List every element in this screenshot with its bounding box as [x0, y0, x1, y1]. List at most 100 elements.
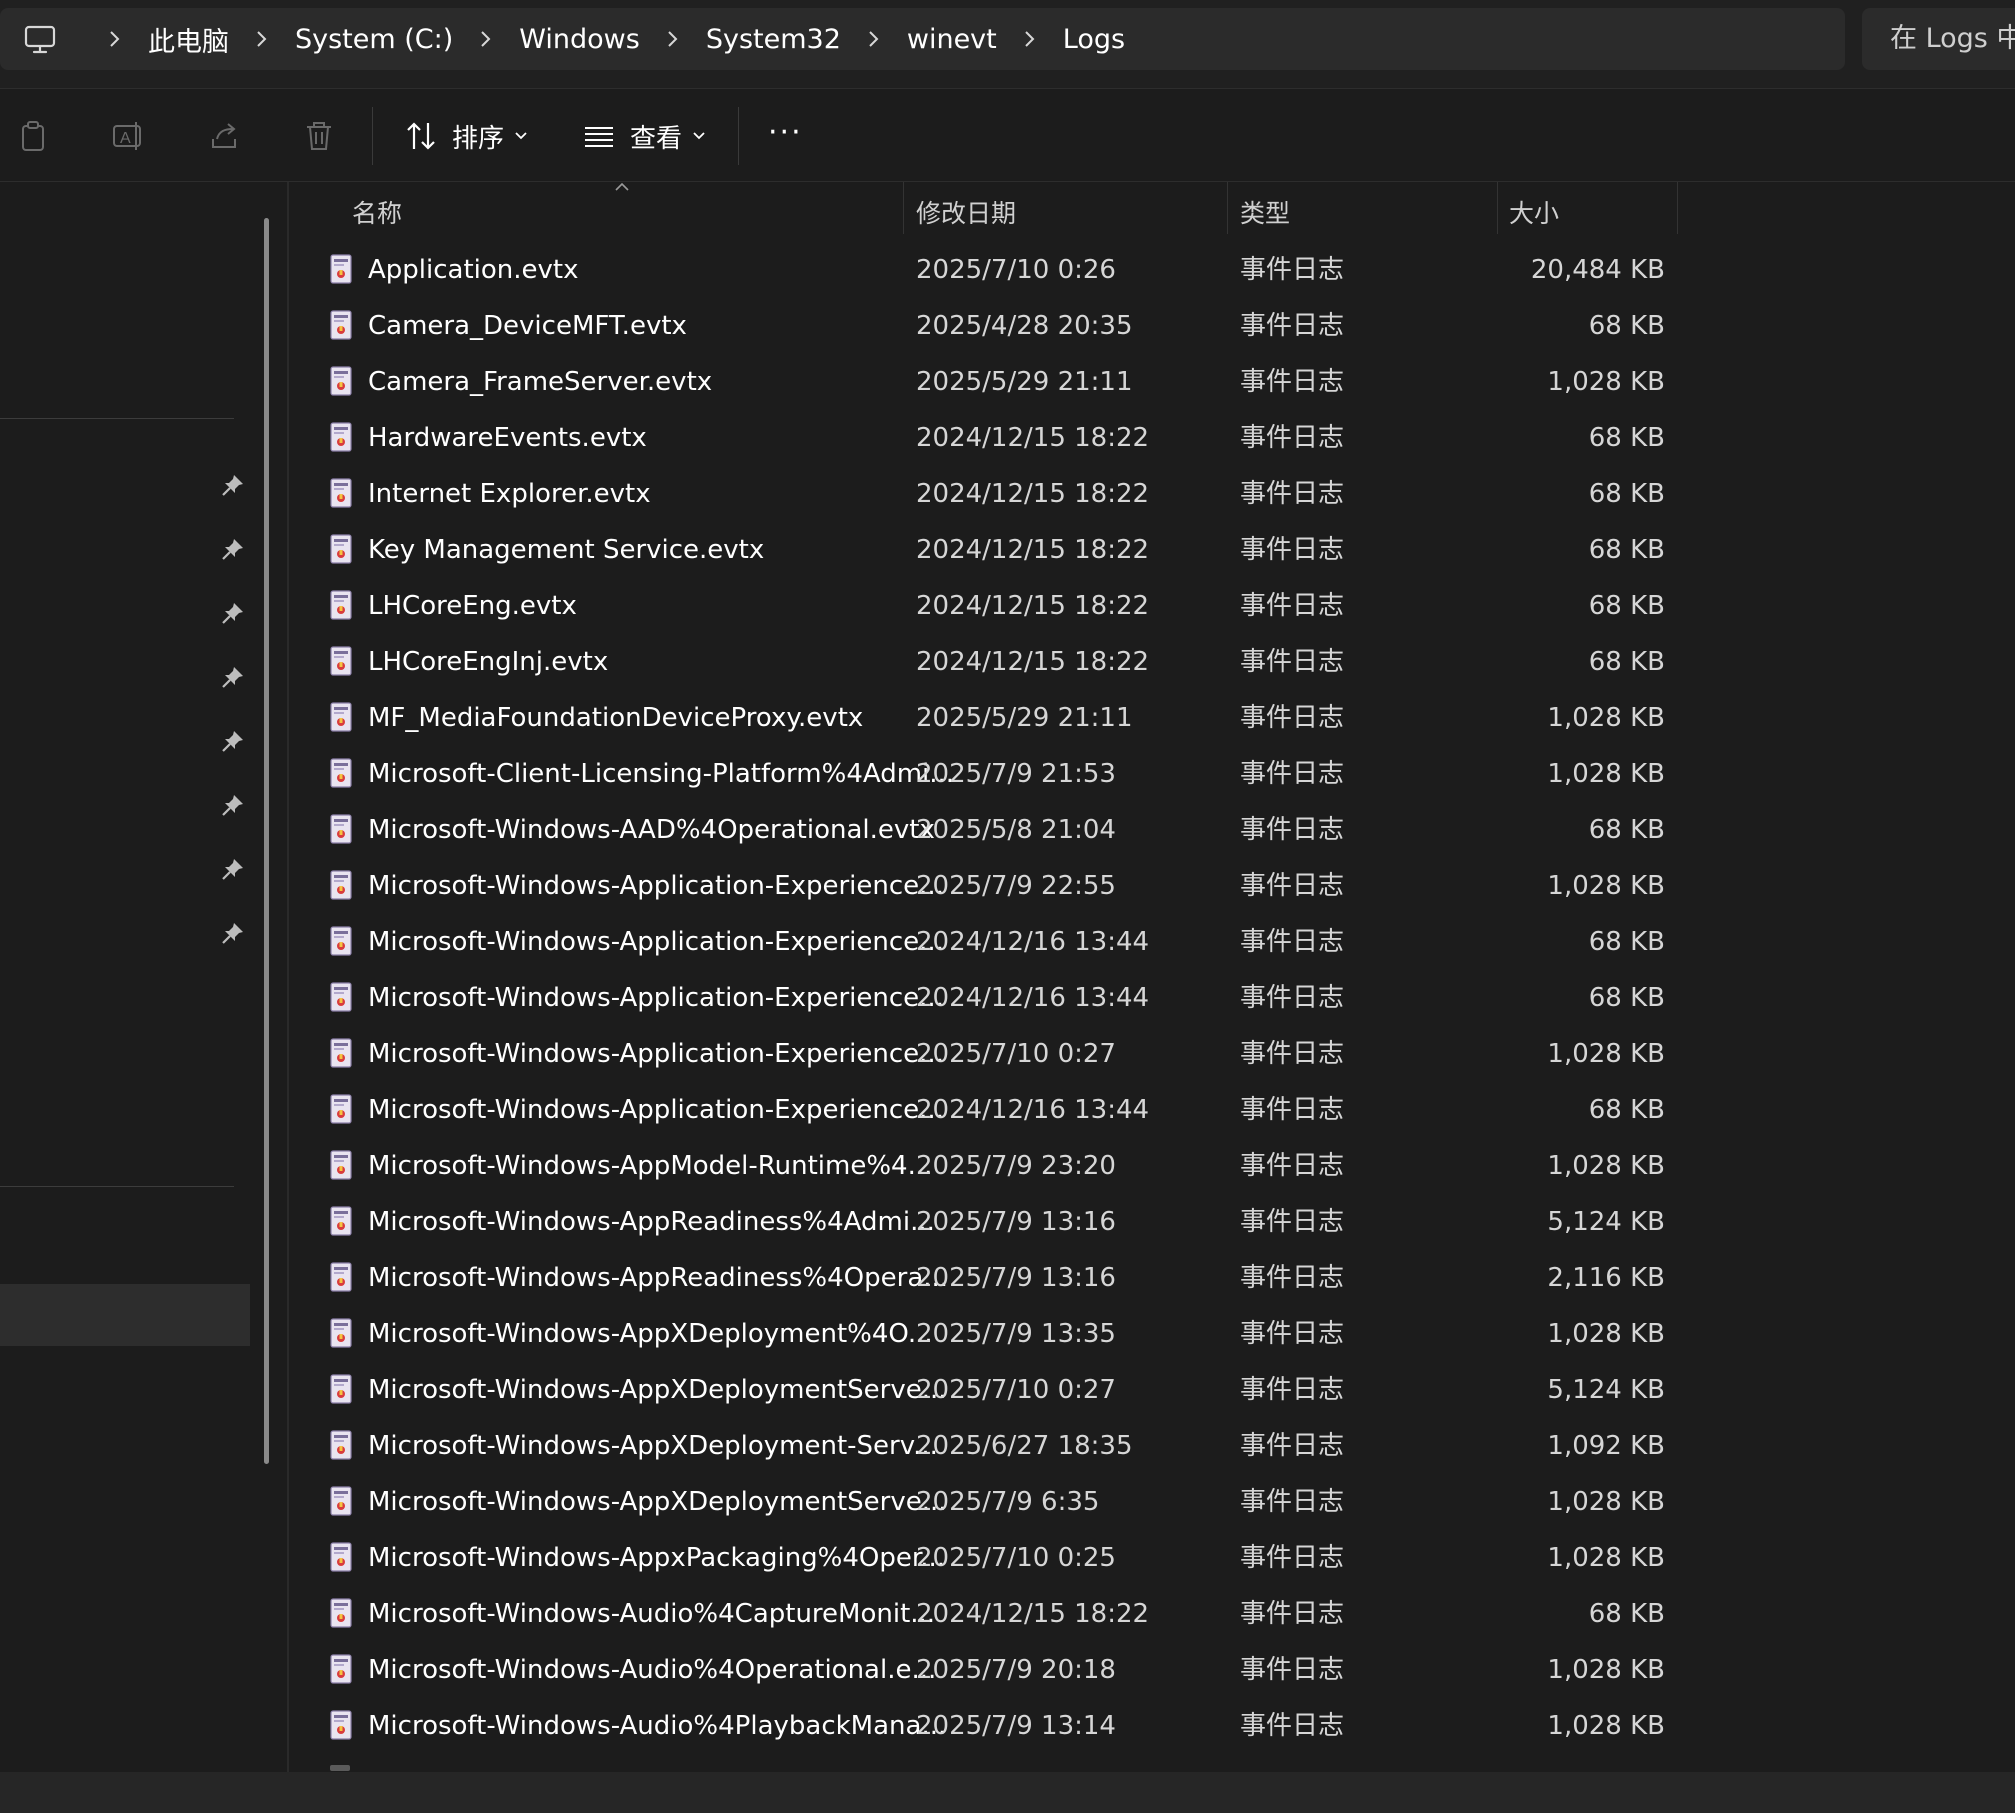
file-row[interactable]: Microsoft-Windows-AppReadiness%4Opera...… — [290, 1250, 1690, 1306]
file-row[interactable]: Camera_DeviceMFT.evtx 2025/4/28 20:35 事件日志… — [290, 298, 1690, 354]
breadcrumb-list: 此电脑 System (C:) Windows System32 winevt Logs — [82, 8, 1125, 70]
file-row[interactable]: Microsoft-Windows-AppModel-Runtime%4... 2… — [290, 1138, 1690, 1194]
file-type: 事件日志 — [1240, 1151, 1345, 1181]
rename-icon[interactable]: A — [111, 119, 145, 153]
file-name[interactable]: Key Management Service.evtx — [368, 522, 764, 578]
breadcrumb-item[interactable]: Logs — [1063, 24, 1125, 55]
file-name[interactable]: Microsoft-Windows-AppReadiness%4Admi... — [368, 1194, 935, 1250]
column-header-type[interactable]: 类型 — [1240, 194, 1290, 230]
file-row[interactable]: Microsoft-Windows-Application-Experience… — [290, 914, 1690, 970]
file-row[interactable]: MF_MediaFoundationDeviceProxy.evtx 2025/5… — [290, 690, 1690, 746]
column-separator[interactable] — [1677, 182, 1678, 234]
file-row[interactable]: Camera_FrameServer.evtx 2025/5/29 21:11 事件… — [290, 354, 1690, 410]
pin-icon[interactable] — [220, 600, 246, 626]
file-row[interactable]: Key Management Service.evtx 2024/12/15 18… — [290, 522, 1690, 578]
file-name[interactable]: Internet Explorer.evtx — [368, 466, 651, 522]
file-row[interactable]: Microsoft-Windows-AppXDeployment-Serv...… — [290, 1418, 1690, 1474]
file-name[interactable]: Microsoft-Windows-Application-Experience… — [368, 970, 944, 1026]
file-row[interactable]: Microsoft-Windows-Application-Experience… — [290, 1026, 1690, 1082]
chevron-right-icon[interactable] — [656, 29, 690, 49]
file-name[interactable]: Microsoft-Windows-Audio%4CaptureMonit... — [368, 1586, 935, 1642]
copy-icon[interactable] — [16, 119, 50, 153]
column-separator[interactable] — [1227, 182, 1228, 234]
file-name[interactable]: Microsoft-Windows-Audio%4Operational.e..… — [368, 1642, 936, 1698]
file-row[interactable]: Microsoft-Windows-AppReadiness%4Admi... 2… — [290, 1194, 1690, 1250]
pin-icon[interactable] — [220, 792, 246, 818]
file-row[interactable]: Microsoft-Windows-Audio%4Operational.e..… — [290, 1642, 1690, 1698]
pin-icon[interactable] — [220, 536, 246, 562]
more-button[interactable]: ··· — [768, 107, 803, 157]
sidebar-item-selected[interactable] — [0, 1284, 250, 1346]
column-header-name[interactable]: 名称 — [352, 194, 402, 230]
delete-icon[interactable] — [302, 119, 336, 153]
file-size: 1,028 KB — [1547, 1711, 1665, 1741]
file-name[interactable]: Microsoft-Windows-AAD%4Operational.evtx — [368, 802, 935, 858]
event-log-file-icon — [330, 1094, 352, 1124]
file-row[interactable]: Microsoft-Windows-Application-Experience… — [290, 858, 1690, 914]
view-button[interactable]: 查看 — [582, 111, 706, 161]
file-row[interactable]: Internet Explorer.evtx 2024/12/15 18:22 事件… — [290, 466, 1690, 522]
file-row[interactable]: Microsoft-Windows-AppxPackaging%4Oper...… — [290, 1530, 1690, 1586]
chevron-right-icon[interactable] — [469, 29, 503, 49]
share-icon[interactable] — [207, 119, 241, 153]
file-row[interactable]: Microsoft-Windows-AppXDeploymentServe...… — [290, 1474, 1690, 1530]
file-name[interactable]: LHCoreEng.evtx — [368, 578, 577, 634]
file-name[interactable]: Microsoft-Windows-AppXDeploymentServe... — [368, 1474, 947, 1530]
sort-button[interactable]: 排序 — [404, 111, 528, 161]
sidebar-divider — [0, 1186, 234, 1187]
chevron-right-icon[interactable] — [1013, 29, 1047, 49]
pin-icon[interactable] — [220, 664, 246, 690]
file-row[interactable]: Microsoft-Client-Licensing-Platform%4Adm… — [290, 746, 1690, 802]
file-name[interactable]: Microsoft-Windows-AppReadiness%4Opera... — [368, 1250, 948, 1306]
file-row[interactable]: LHCoreEngInj.evtx 2024/12/15 18:22 事件日志 68 … — [290, 634, 1690, 690]
file-row[interactable]: HardwareEvents.evtx 2024/12/15 18:22 事件日志 6… — [290, 410, 1690, 466]
column-separator[interactable] — [1497, 182, 1498, 234]
file-name[interactable]: Application.evtx — [368, 242, 579, 298]
column-header-size[interactable]: 大小 — [1509, 194, 1559, 230]
file-name[interactable]: Microsoft-Windows-AppxPackaging%4Oper... — [368, 1530, 945, 1586]
file-name[interactable]: HardwareEvents.evtx — [368, 410, 647, 466]
file-row[interactable]: Microsoft-Windows-AppXDeploymentServe...… — [290, 1362, 1690, 1418]
file-name[interactable]: Microsoft-Windows-AppXDeployment-Serv... — [368, 1418, 938, 1474]
file-name[interactable]: Microsoft-Windows-AppXDeploymentServe... — [368, 1362, 947, 1418]
file-row[interactable]: LHCoreEng.evtx 2024/12/15 18:22 事件日志 68 KB — [290, 578, 1690, 634]
file-row[interactable]: Microsoft-Windows-AppXDeployment%4O... 20… — [290, 1306, 1690, 1362]
file-row[interactable]: Microsoft-Windows-Application-Experience… — [290, 970, 1690, 1026]
chevron-right-icon[interactable] — [245, 29, 279, 49]
sidebar-scrollbar[interactable] — [264, 218, 269, 1464]
computer-icon[interactable] — [24, 25, 56, 55]
chevron-right-icon[interactable] — [98, 29, 132, 49]
file-name[interactable]: Microsoft-Client-Licensing-Platform%4Adm… — [368, 746, 954, 802]
file-name[interactable]: Camera_FrameServer.evtx — [368, 354, 712, 410]
pin-icon[interactable] — [220, 472, 246, 498]
file-row[interactable]: Microsoft-Windows-AAD%4Operational.evtx 2… — [290, 802, 1690, 858]
breadcrumb-item[interactable]: 此电脑 — [148, 20, 229, 59]
breadcrumb-item[interactable]: System (C:) — [295, 24, 453, 55]
breadcrumb-item[interactable]: Windows — [519, 24, 640, 55]
file-name[interactable]: Microsoft-Windows-AppXDeployment%4O... — [368, 1306, 933, 1362]
file-name[interactable]: Microsoft-Windows-Audio%4PlaybackMana... — [368, 1698, 946, 1754]
breadcrumb-item[interactable]: winevt — [907, 24, 997, 55]
file-row[interactable]: Application.evtx 2025/7/10 0:26 事件日志 20,484… — [290, 242, 1690, 298]
pin-icon[interactable] — [220, 920, 246, 946]
file-name[interactable]: Microsoft-Windows-Application-Experience… — [368, 858, 944, 914]
column-header-date[interactable]: 修改日期 — [916, 194, 1016, 230]
breadcrumb-item[interactable]: System32 — [706, 24, 841, 55]
column-separator[interactable] — [903, 182, 904, 234]
pin-icon[interactable] — [220, 728, 246, 754]
file-row[interactable]: Microsoft-Windows-Audio%4PlaybackMana...… — [290, 1698, 1690, 1754]
file-name[interactable]: Camera_DeviceMFT.evtx — [368, 298, 687, 354]
file-name[interactable]: Microsoft-Windows-Application-Experience… — [368, 1026, 944, 1082]
file-name[interactable]: Microsoft-Windows-Application-Experience… — [368, 1082, 944, 1138]
search-input[interactable]: 在 Logs 中 — [1862, 8, 2015, 70]
chevron-right-icon[interactable] — [857, 29, 891, 49]
file-row[interactable]: Microsoft-Windows-Audio%4CaptureMonit...… — [290, 1586, 1690, 1642]
file-row[interactable]: Microsoft-Windows-Application-Experience… — [290, 1082, 1690, 1138]
pin-icon[interactable] — [220, 856, 246, 882]
file-name[interactable]: Microsoft-Windows-Application-Experience… — [368, 914, 944, 970]
file-name[interactable]: MF_MediaFoundationDeviceProxy.evtx — [368, 690, 863, 746]
file-name[interactable]: Microsoft-Windows-AppModel-Runtime%4... — [368, 1138, 932, 1194]
file-name[interactable]: LHCoreEngInj.evtx — [368, 634, 608, 690]
pane-divider[interactable] — [287, 182, 289, 1772]
breadcrumb[interactable]: 此电脑 System (C:) Windows System32 winevt Logs — [0, 8, 1845, 70]
